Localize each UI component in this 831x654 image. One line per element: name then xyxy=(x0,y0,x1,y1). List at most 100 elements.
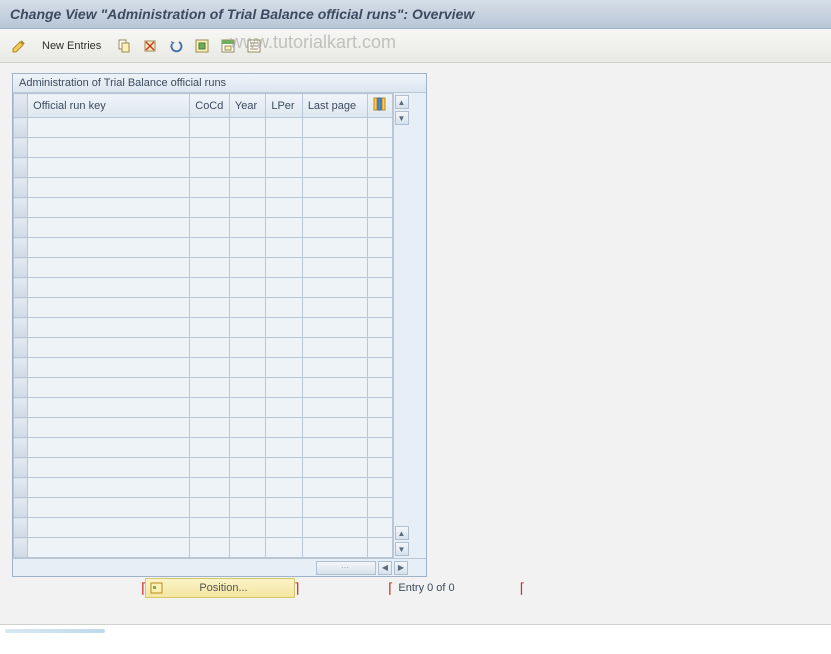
cell-year[interactable] xyxy=(229,158,265,178)
cell-year[interactable] xyxy=(229,318,265,338)
cell-last[interactable] xyxy=(302,498,367,518)
cell-cocd[interactable] xyxy=(190,118,230,138)
cell-year[interactable] xyxy=(229,298,265,318)
cell-lper[interactable] xyxy=(266,518,302,538)
deselect-all-icon[interactable] xyxy=(217,35,239,57)
cell-cocd[interactable] xyxy=(190,238,230,258)
cell-key[interactable] xyxy=(28,418,190,438)
cell-lper[interactable] xyxy=(266,218,302,238)
cell-year[interactable] xyxy=(229,198,265,218)
cell-lper[interactable] xyxy=(266,358,302,378)
cell-year[interactable] xyxy=(229,378,265,398)
cell-lper[interactable] xyxy=(266,338,302,358)
cell-lper[interactable] xyxy=(266,238,302,258)
cell-cocd[interactable] xyxy=(190,358,230,378)
cell-last[interactable] xyxy=(302,318,367,338)
cell-last[interactable] xyxy=(302,298,367,318)
cell-lper[interactable] xyxy=(266,498,302,518)
cell-last[interactable] xyxy=(302,478,367,498)
cell-last[interactable] xyxy=(302,358,367,378)
cell-year[interactable] xyxy=(229,138,265,158)
cell-last[interactable] xyxy=(302,238,367,258)
cell-cocd[interactable] xyxy=(190,518,230,538)
col-header-cocd[interactable]: CoCd xyxy=(190,94,230,118)
cell-lper[interactable] xyxy=(266,118,302,138)
cell-cocd[interactable] xyxy=(190,398,230,418)
cell-key[interactable] xyxy=(28,378,190,398)
cell-last[interactable] xyxy=(302,418,367,438)
scroll-up2-icon[interactable]: ▲ xyxy=(395,526,409,540)
cell-key[interactable] xyxy=(28,258,190,278)
cell-lper[interactable] xyxy=(266,458,302,478)
cell-last[interactable] xyxy=(302,178,367,198)
cell-lper[interactable] xyxy=(266,198,302,218)
cell-key[interactable] xyxy=(28,358,190,378)
position-button[interactable]: Position... xyxy=(145,578,295,598)
row-selector[interactable] xyxy=(14,358,28,378)
cell-lper[interactable] xyxy=(266,298,302,318)
row-selector[interactable] xyxy=(14,398,28,418)
cell-cocd[interactable] xyxy=(190,258,230,278)
cell-key[interactable] xyxy=(28,118,190,138)
row-selector[interactable] xyxy=(14,218,28,238)
cell-year[interactable] xyxy=(229,278,265,298)
cell-last[interactable] xyxy=(302,198,367,218)
cell-key[interactable] xyxy=(28,198,190,218)
scroll-down2-icon[interactable]: ▼ xyxy=(395,542,409,556)
row-selector[interactable] xyxy=(14,498,28,518)
cell-year[interactable] xyxy=(229,458,265,478)
cell-cocd[interactable] xyxy=(190,278,230,298)
cell-last[interactable] xyxy=(302,218,367,238)
row-selector[interactable] xyxy=(14,138,28,158)
cell-last[interactable] xyxy=(302,258,367,278)
cell-key[interactable] xyxy=(28,318,190,338)
cell-cocd[interactable] xyxy=(190,438,230,458)
cell-last[interactable] xyxy=(302,458,367,478)
cell-cocd[interactable] xyxy=(190,198,230,218)
cell-key[interactable] xyxy=(28,438,190,458)
cell-year[interactable] xyxy=(229,238,265,258)
cell-cocd[interactable] xyxy=(190,458,230,478)
cell-lper[interactable] xyxy=(266,258,302,278)
cell-key[interactable] xyxy=(28,218,190,238)
cell-key[interactable] xyxy=(28,238,190,258)
undo-icon[interactable] xyxy=(165,35,187,57)
cell-lper[interactable] xyxy=(266,278,302,298)
cell-lper[interactable] xyxy=(266,138,302,158)
row-selector[interactable] xyxy=(14,178,28,198)
cell-last[interactable] xyxy=(302,518,367,538)
cell-lper[interactable] xyxy=(266,438,302,458)
row-selector[interactable] xyxy=(14,278,28,298)
cell-last[interactable] xyxy=(302,398,367,418)
row-selector[interactable] xyxy=(14,518,28,538)
row-selector[interactable] xyxy=(14,378,28,398)
cell-key[interactable] xyxy=(28,538,190,558)
cell-key[interactable] xyxy=(28,518,190,538)
select-all-rows[interactable] xyxy=(14,94,28,118)
copy-icon[interactable] xyxy=(113,35,135,57)
scroll-down-icon[interactable]: ▼ xyxy=(395,111,409,125)
row-selector[interactable] xyxy=(14,538,28,558)
cell-year[interactable] xyxy=(229,438,265,458)
row-selector[interactable] xyxy=(14,118,28,138)
cell-lper[interactable] xyxy=(266,398,302,418)
cell-lper[interactable] xyxy=(266,178,302,198)
cell-last[interactable] xyxy=(302,158,367,178)
select-all-icon[interactable] xyxy=(191,35,213,57)
cell-year[interactable] xyxy=(229,178,265,198)
cell-key[interactable] xyxy=(28,178,190,198)
delete-icon[interactable] xyxy=(139,35,161,57)
cell-last[interactable] xyxy=(302,538,367,558)
cell-year[interactable] xyxy=(229,478,265,498)
cell-key[interactable] xyxy=(28,278,190,298)
cell-key[interactable] xyxy=(28,158,190,178)
cell-last[interactable] xyxy=(302,118,367,138)
print-icon[interactable] xyxy=(243,35,265,57)
cell-lper[interactable] xyxy=(266,478,302,498)
cell-lper[interactable] xyxy=(266,378,302,398)
row-selector[interactable] xyxy=(14,338,28,358)
row-selector[interactable] xyxy=(14,258,28,278)
cell-cocd[interactable] xyxy=(190,178,230,198)
cell-key[interactable] xyxy=(28,458,190,478)
scroll-up-icon[interactable]: ▲ xyxy=(395,95,409,109)
